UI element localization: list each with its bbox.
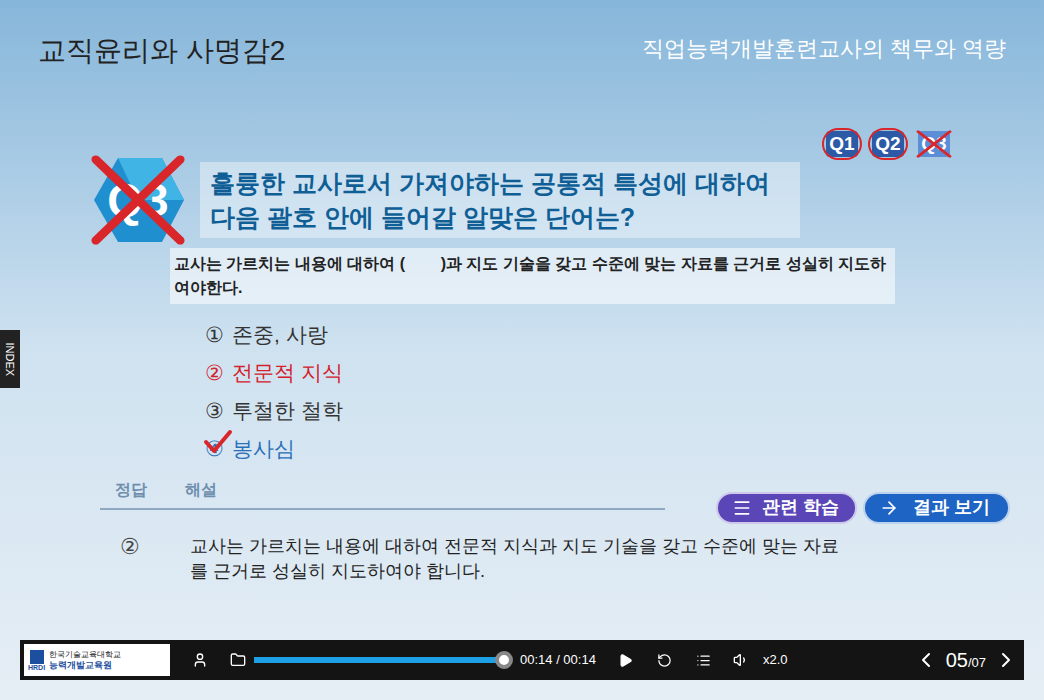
tracker-item: Q2 (868, 128, 908, 160)
option-item[interactable]: ①존중, 사랑 (205, 316, 1044, 354)
volume-icon[interactable] (733, 652, 749, 668)
index-tab[interactable]: INDEX (0, 330, 20, 388)
page-indicator: 05/07 (946, 645, 986, 675)
question-row: Q3훌륭한 교사로서 가져야하는 공통적 특성에 대하여다음 괄호 안에 들어갈… (0, 154, 1044, 246)
next-icon[interactable] (994, 648, 1018, 672)
header: 교직윤리와 사명감2 직업능력개발훈련교사의 책무와 역량 (0, 0, 1044, 68)
explanation-text: 교사는 가르치는 내용에 대하여 전문적 지식과 지도 기술을 갖고 수준에 맞… (190, 534, 850, 584)
player-bar: HRDI한국기술교육대학교능력개발교육원 00:14 / 00:14 x2.0 05/… (20, 640, 1024, 680)
user-icon[interactable] (192, 652, 208, 668)
speed[interactable]: x2.0 (763, 650, 788, 670)
answer-section: 정답 해설관련 학습결과 보기 ② 교사는 가르치는 내용에 대하여 전문적 지식과 … (0, 478, 1044, 584)
time: 00:14 / 00:14 (520, 650, 596, 670)
play-icon[interactable] (618, 653, 633, 668)
arrow-right-icon (879, 498, 899, 518)
question-tracker: Q1Q2Q3 (0, 128, 1044, 160)
question-prompt: 교사는 가르치는 내용에 대하여 ( )과 지도 기술을 갖고 수준에 맞는 자… (170, 248, 895, 304)
result-button[interactable]: 결과 보기 (863, 492, 1010, 524)
logo: HRDI한국기술교육대학교능력개발교육원 (24, 644, 170, 676)
option-list: ①존중, 사랑②전문적 지식③투철한 철학④봉사심 (0, 316, 1044, 468)
quiz-screen: 교직윤리와 사명감2직업능력개발훈련교사의 책무와 역량INDEXQ1Q2Q3Q… (0, 0, 1044, 700)
folder-icon[interactable] (230, 652, 246, 668)
question-badge: Q3 (90, 154, 186, 246)
wrong-mark-icon (90, 154, 186, 246)
prev-icon[interactable] (914, 648, 938, 672)
tracker-item: Q1 (822, 128, 862, 160)
list-icon[interactable] (696, 653, 711, 668)
option-item[interactable]: ②전문적 지식 (205, 354, 1044, 392)
question-title: 훌륭한 교사로서 가져야하는 공통적 특성에 대하여다음 괄호 안에 들어갈 알… (200, 162, 800, 238)
progress-knob[interactable] (495, 651, 513, 669)
option-item[interactable]: ③투철한 철학 (205, 392, 1044, 430)
tracker-item: Q3 (914, 128, 954, 160)
course-title: 교직윤리와 사명감2 (38, 34, 285, 68)
check-icon (203, 429, 233, 455)
correct-mark-icon (868, 128, 908, 160)
replay-icon[interactable] (657, 653, 672, 668)
progress-track[interactable] (254, 657, 504, 663)
related-study-button[interactable]: 관련 학습 (716, 492, 857, 524)
logo-icon (30, 650, 44, 664)
chapter-title: 직업능력개발훈련교사의 책무와 역량 (642, 34, 1006, 62)
progress-fill (254, 657, 504, 663)
menu-icon (732, 498, 752, 518)
explanation-label: 해설 (185, 478, 217, 502)
option-item[interactable]: ④봉사심 (205, 430, 1044, 468)
correct-mark-icon (822, 128, 862, 160)
divider (100, 508, 665, 510)
wrong-mark-icon (916, 130, 952, 158)
answer-value: ② (120, 534, 140, 560)
answer-label: 정답 (115, 478, 147, 502)
